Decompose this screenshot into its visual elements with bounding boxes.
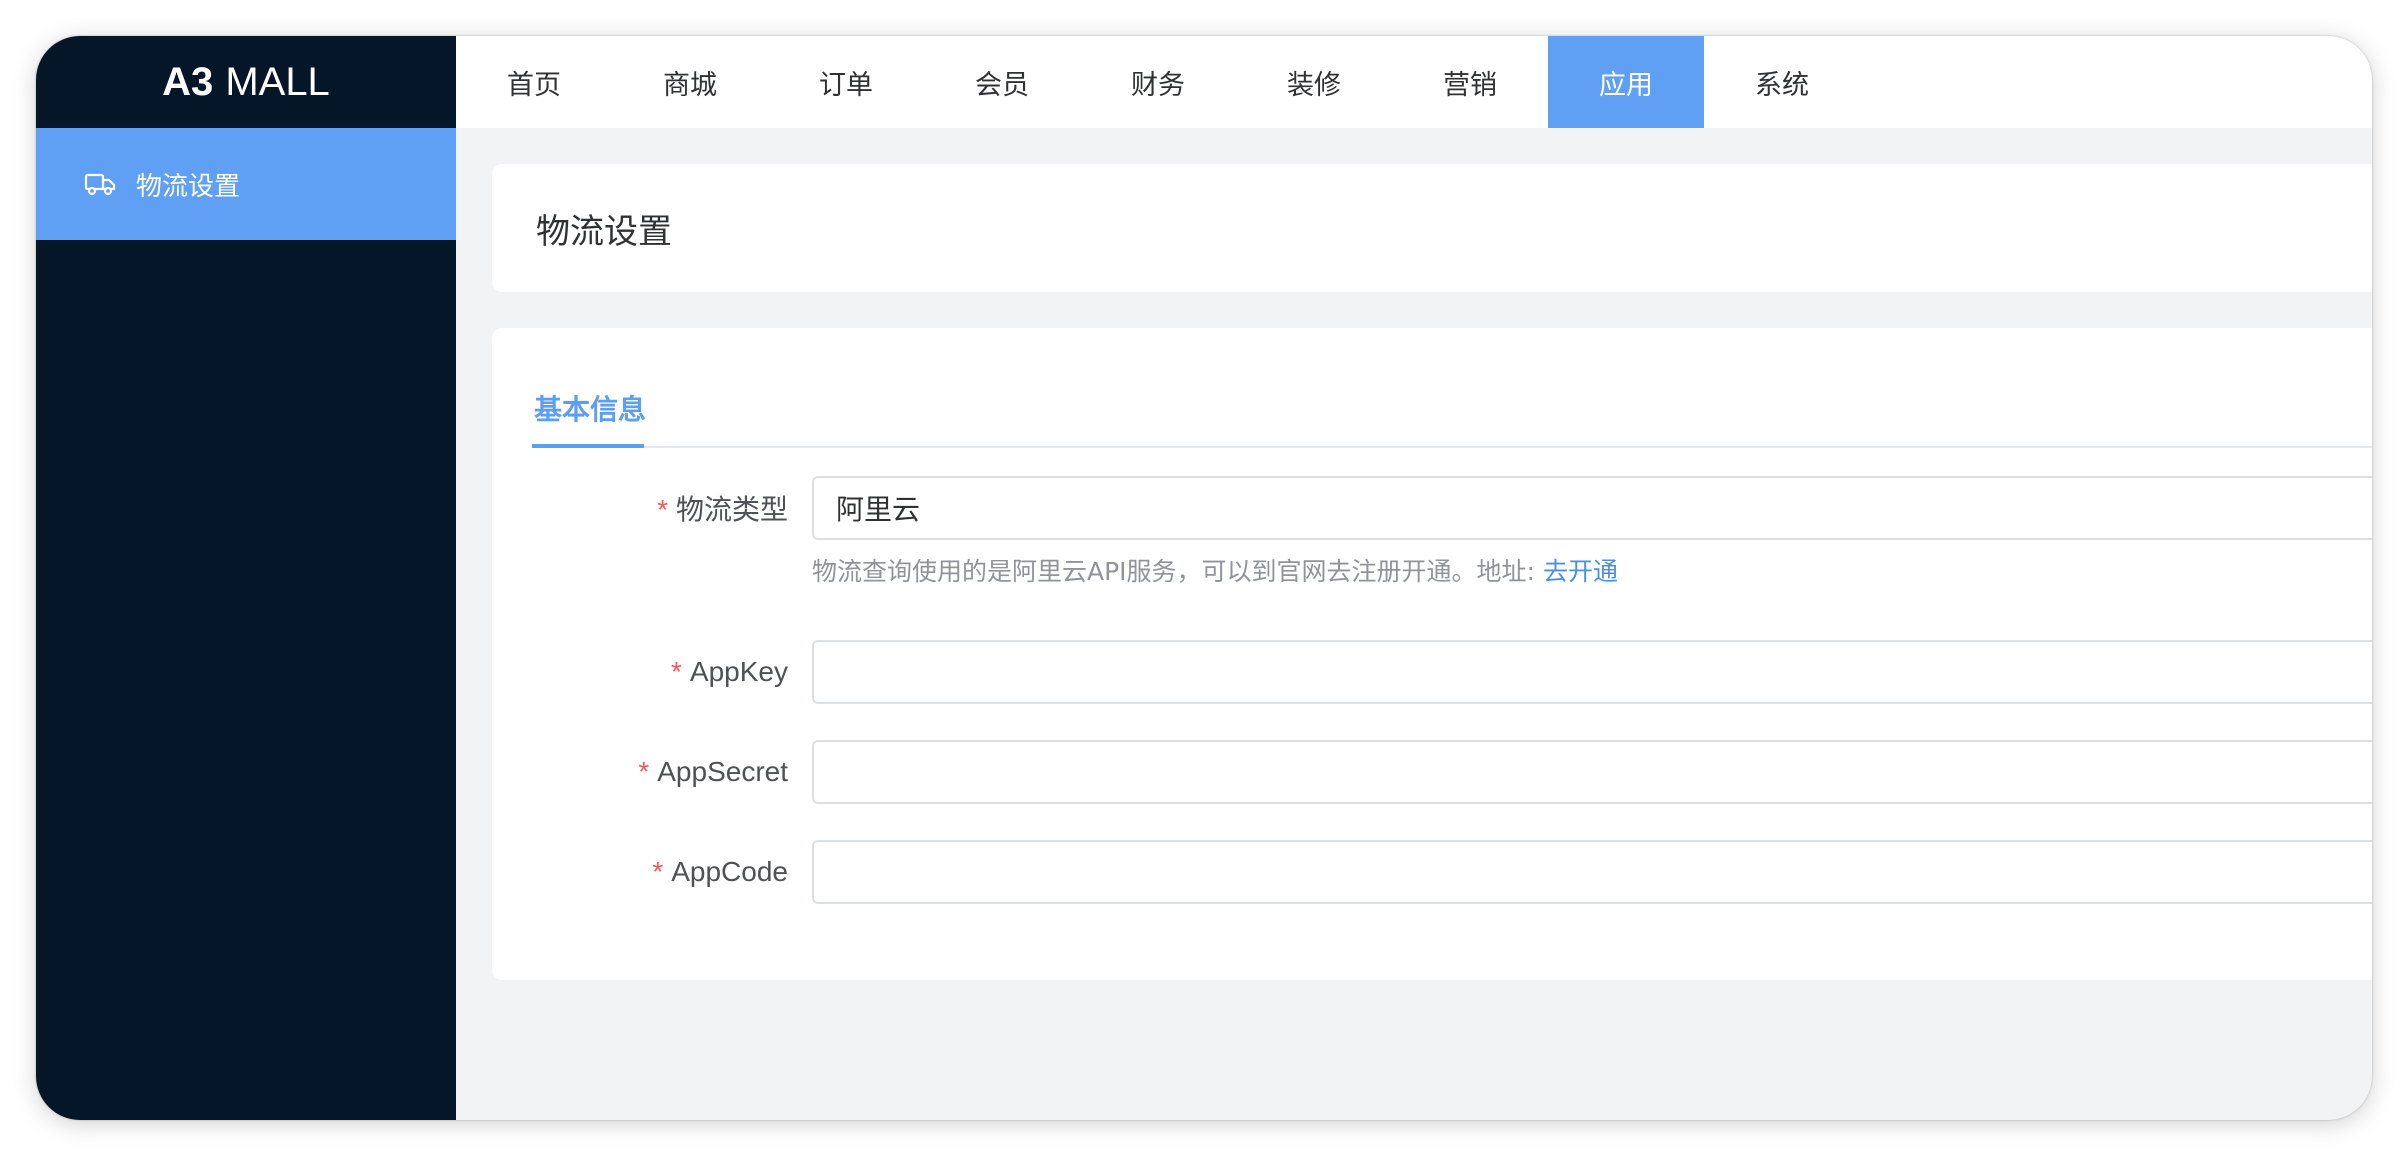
tab-active-indicator [532, 444, 644, 448]
field-label-text: AppSecret [657, 756, 788, 787]
truck-icon [84, 170, 116, 198]
nav-decoration[interactable]: 装修 [1236, 36, 1392, 128]
logo: A3 MALL [36, 36, 456, 128]
top-nav: 首页 商城 订单 会员 财务 装修 营销 应用 系统 [456, 36, 2372, 128]
appcode-input[interactable] [812, 840, 2372, 904]
field-label-text: AppKey [689, 656, 788, 687]
settings-form: 基本信息 * 物流类型 阿里云 物流查询使用的是阿里云API服务，可以到官网去注册… [492, 328, 2372, 980]
page-header: 物流设置 [492, 164, 2372, 292]
form-row-appcode: * AppCode [492, 840, 2372, 904]
appkey-input[interactable] [812, 640, 2372, 704]
required-mark: * [652, 856, 664, 887]
sidebar-item-logistics-settings[interactable]: 物流设置 [36, 128, 456, 240]
form-row-appkey: * AppKey [492, 640, 2372, 704]
required-mark: * [638, 756, 650, 787]
main-content: 物流设置 基本信息 * 物流类型 阿里云 物流查询使用的是阿里云API服务，可以到… [456, 128, 2372, 1120]
logistics-type-value: 阿里云 [836, 493, 921, 526]
nav-home[interactable]: 首页 [456, 36, 612, 128]
hint-text: 物流查询使用的是阿里云API服务，可以到官网去注册开通。地址: [812, 557, 1543, 586]
form-row-appsecret: * AppSecret [492, 740, 2372, 804]
nav-apps[interactable]: 应用 [1548, 36, 1704, 128]
tab-basic-info[interactable]: 基本信息 [532, 384, 648, 448]
page-title: 物流设置 [536, 211, 672, 252]
form-row-logistics-type: * 物流类型 阿里云 [492, 476, 2372, 540]
nav-system[interactable]: 系统 [1704, 36, 1860, 128]
app-window: A3 MALL 物流设置 首页 商城 订单 会员 财务 装修 营销 应用 系统 [36, 36, 2372, 1120]
form-hint: 物流查询使用的是阿里云API服务，可以到官网去注册开通。地址: 去开通 [812, 552, 1618, 588]
logistics-type-select[interactable]: 阿里云 [812, 476, 2372, 540]
field-label: * AppSecret [538, 756, 788, 788]
logo-bold: A3 [162, 59, 214, 104]
tab-label: 基本信息 [534, 393, 647, 426]
nav-marketing[interactable]: 营销 [1392, 36, 1548, 128]
nav-mall[interactable]: 商城 [612, 36, 768, 128]
appsecret-input[interactable] [812, 740, 2372, 804]
required-mark: * [657, 494, 668, 525]
sidebar: A3 MALL 物流设置 [36, 36, 456, 1120]
field-label: * 物流类型 [538, 488, 788, 528]
logo-text: MALL [225, 59, 330, 104]
nav-orders[interactable]: 订单 [768, 36, 924, 128]
field-label-text: AppCode [671, 856, 788, 887]
activate-link[interactable]: 去开通 [1543, 557, 1618, 586]
sidebar-item-label: 物流设置 [136, 171, 241, 202]
nav-members[interactable]: 会员 [924, 36, 1080, 128]
field-label-text: 物流类型 [675, 494, 788, 525]
nav-finance[interactable]: 财务 [1080, 36, 1236, 128]
field-label: * AppCode [538, 856, 788, 888]
field-label: * AppKey [538, 656, 788, 688]
required-mark: * [671, 656, 682, 687]
tab-bar: 基本信息 [532, 384, 2372, 448]
